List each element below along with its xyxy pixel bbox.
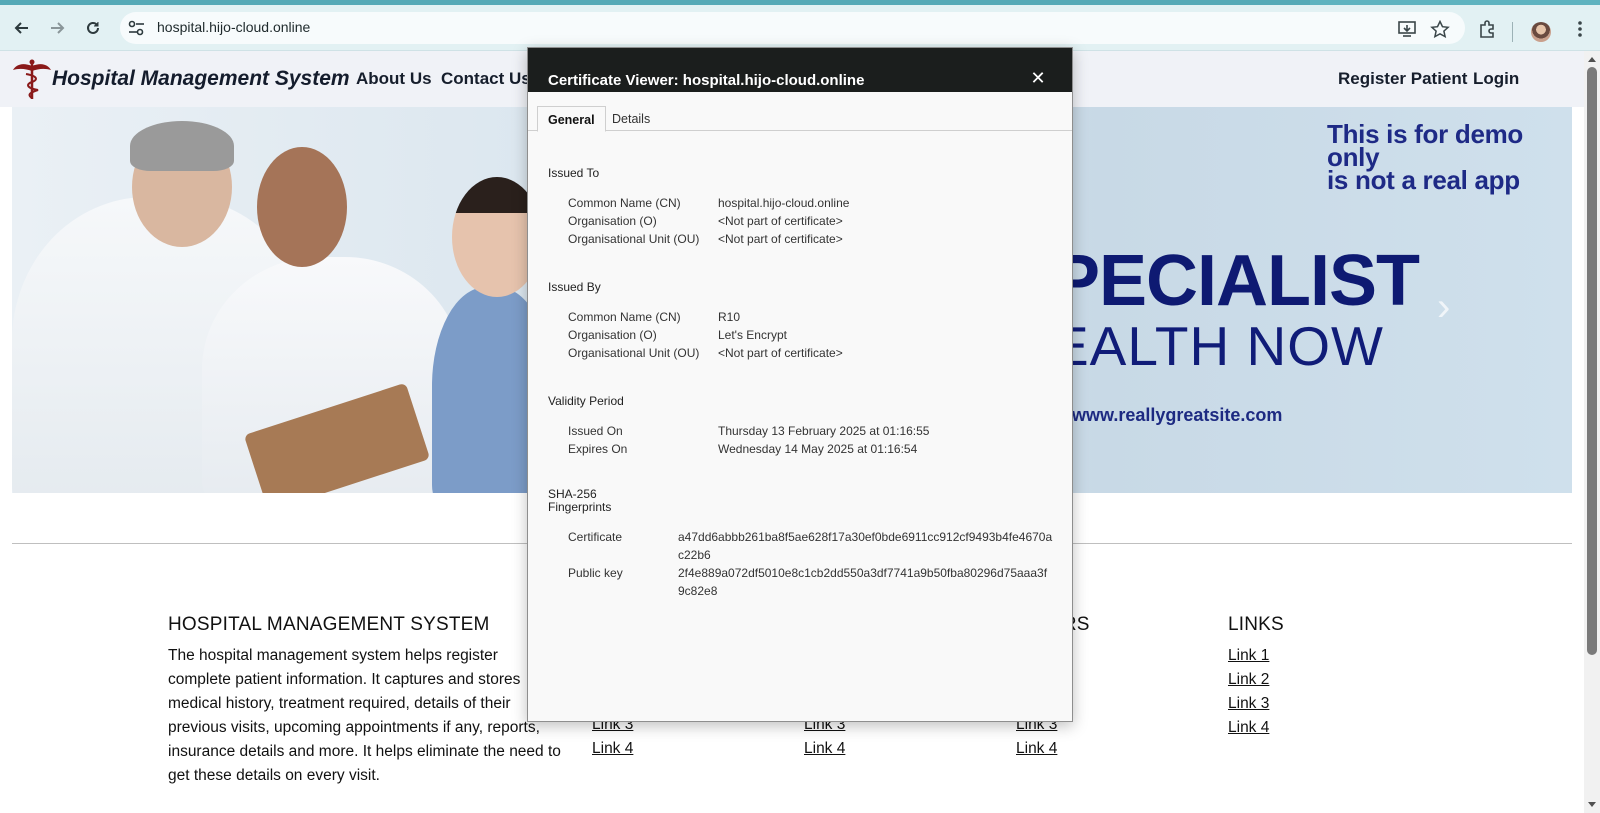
nav-login[interactable]: Login xyxy=(1473,69,1519,89)
issued-to-cn-value: hospital.hijo-cloud.online xyxy=(718,196,850,210)
issued-by-heading: Issued By xyxy=(548,280,601,294)
cert-fingerprint-value: a47dd6abbb261ba8f5ae628f17a30ef0bde6911c… xyxy=(678,530,1053,562)
demo-notice: This is for demo only is not a real app xyxy=(1327,119,1524,195)
issued-on-label: Issued On xyxy=(568,424,623,438)
pubkey-fingerprint-label: Public key xyxy=(568,566,623,580)
issued-by-ou-value: <Not part of certificate> xyxy=(718,346,843,360)
hero-headline-2: EALTH NOW xyxy=(1052,315,1384,377)
issued-to-ou-value: <Not part of certificate> xyxy=(718,232,843,246)
footer-link-4[interactable]: Link 4 xyxy=(1228,716,1284,740)
issued-to-ou-label: Organisational Unit (OU) xyxy=(568,232,700,246)
certificate-viewer-dialog: Certificate Viewer: hospital.hijo-cloud.… xyxy=(527,47,1073,722)
footer-links-title: LINKS xyxy=(1228,614,1284,635)
tab-details[interactable]: Details xyxy=(602,106,660,132)
pubkey-fingerprint-value: 2f4e889a072df5010e8c1cb2dd550a3df7741a9b… xyxy=(678,566,1048,598)
nav-register-patient[interactable]: Register Patient xyxy=(1338,69,1467,89)
footer-link-2[interactable]: Link 2 xyxy=(1228,668,1284,692)
expires-on-label: Expires On xyxy=(568,442,628,456)
dialog-body: General Details Issued To Common Name (C… xyxy=(528,92,1072,721)
issued-by-o-value: Let's Encrypt xyxy=(718,328,787,342)
issued-by-o-label: Organisation (O) xyxy=(568,328,657,342)
validity-heading: Validity Period xyxy=(548,394,624,408)
nav-contact-us[interactable]: Contact Us xyxy=(441,69,531,89)
caduceus-logo-icon[interactable] xyxy=(12,58,52,100)
brand-title[interactable]: Hospital Management System xyxy=(52,67,350,91)
back-arrow-icon[interactable] xyxy=(10,16,34,40)
scroll-up-icon[interactable] xyxy=(1588,57,1596,62)
issued-to-cn-label: Common Name (CN) xyxy=(568,196,681,210)
close-icon[interactable]: ✕ xyxy=(1028,68,1048,88)
reload-icon[interactable] xyxy=(81,16,105,40)
expires-on-value: Wednesday 14 May 2025 at 01:16:54 xyxy=(718,442,918,456)
issued-to-heading: Issued To xyxy=(548,166,600,180)
address-bar[interactable]: hospital.hijo-cloud.online xyxy=(120,12,1465,44)
site-info-icon[interactable] xyxy=(128,20,145,36)
forward-arrow-icon[interactable] xyxy=(45,16,69,40)
profile-avatar[interactable] xyxy=(1531,22,1551,42)
doctor-head-2 xyxy=(257,147,347,267)
footer-link-3[interactable]: Link 3 xyxy=(1228,692,1284,716)
scroll-down-icon[interactable] xyxy=(1588,802,1596,807)
scroll-thumb[interactable] xyxy=(1587,67,1597,655)
page-scrollbar[interactable] xyxy=(1584,51,1600,813)
browser-toolbar: hospital.hijo-cloud.online xyxy=(0,5,1600,51)
puzzle-icon[interactable] xyxy=(1478,19,1498,39)
dialog-title: Certificate Viewer: hospital.hijo-cloud.… xyxy=(548,72,865,89)
fingerprints-heading: SHA-256 Fingerprints xyxy=(548,487,612,514)
nav-about-us[interactable]: About Us xyxy=(356,69,432,89)
issued-to-o-value: <Not part of certificate> xyxy=(718,214,843,228)
footer-link[interactable]: Link 4 xyxy=(1016,737,1057,761)
tab-general[interactable]: General xyxy=(537,106,606,132)
issued-by-cn-value: R10 xyxy=(718,310,741,324)
certificate-tabs: General Details xyxy=(528,104,1072,132)
hero-headline-1: PECIALIST xyxy=(1052,241,1420,321)
issued-to-o-label: Organisation (O) xyxy=(568,214,657,228)
footer-link[interactable]: Link 4 xyxy=(592,737,633,761)
footer-about-title: HOSPITAL MANAGEMENT SYSTEM xyxy=(168,614,490,635)
install-app-icon[interactable] xyxy=(1397,20,1417,38)
issued-by-cn-label: Common Name (CN) xyxy=(568,310,681,324)
issued-by-ou-label: Organisational Unit (OU) xyxy=(568,346,700,360)
url-text[interactable]: hospital.hijo-cloud.online xyxy=(157,19,310,35)
footer-about-text: The hospital management system helps reg… xyxy=(168,647,561,784)
cert-fingerprint-label: Certificate xyxy=(568,530,623,544)
footer-links: LINKS Link 1 Link 2 Link 3 Link 4 xyxy=(1228,614,1284,740)
carousel-next-icon[interactable]: › xyxy=(1437,285,1450,330)
star-icon[interactable] xyxy=(1430,19,1450,39)
dialog-header: Certificate Viewer: hospital.hijo-cloud.… xyxy=(528,48,1072,92)
hero-site-url: www.reallygreatsite.com xyxy=(1072,405,1283,425)
footer-link[interactable]: Link 4 xyxy=(804,737,845,761)
issued-on-value: Thursday 13 February 2025 at 01:16:55 xyxy=(718,424,930,438)
doctor-hair-1 xyxy=(130,121,234,171)
footer-link-1[interactable]: Link 1 xyxy=(1228,644,1284,668)
toolbar-separator xyxy=(1512,22,1513,42)
footer-about: HOSPITAL MANAGEMENT SYSTEM The hospital … xyxy=(168,614,563,788)
kebab-menu-icon[interactable] xyxy=(1570,19,1590,39)
